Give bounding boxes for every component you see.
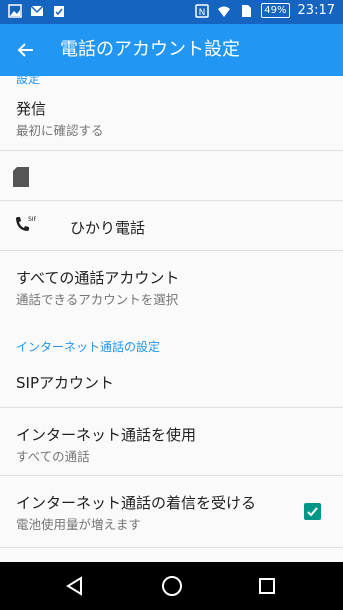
receive-internet-calls-title: インターネット通話の着信を受ける <box>16 494 257 512</box>
check-icon <box>307 507 318 517</box>
back-button[interactable] <box>10 34 42 66</box>
status-bar: N 49% 23:17 <box>0 0 343 24</box>
arrow-back-icon <box>17 43 33 57</box>
battery-indicator: 49% <box>261 3 290 18</box>
sip-accounts-title: SIPアカウント <box>16 374 114 392</box>
clipboard-check-icon <box>54 6 64 17</box>
sim-card-icon <box>13 167 29 187</box>
recents-square-icon <box>259 578 275 594</box>
sim-setting-row[interactable] <box>0 151 343 201</box>
receive-internet-calls-checkbox[interactable] <box>304 503 321 520</box>
all-calling-accounts-title: すべての通話アカウント <box>16 269 180 287</box>
outgoing-calls-title: 発信 <box>16 100 47 118</box>
outgoing-calls-summary: 最初に確認する <box>16 123 104 138</box>
use-internet-calling-summary: すべての通話 <box>16 449 90 464</box>
outgoing-calls-setting[interactable]: 発信 最初に確認する <box>0 76 343 151</box>
sip-accounts-setting[interactable]: SIPアカウント <box>0 356 343 408</box>
mail-icon <box>30 5 44 16</box>
category-header-internet-calls: インターネット通話の設定 <box>16 340 161 354</box>
status-right-icons: N 49% 23:17 <box>195 3 335 18</box>
nav-back-button[interactable] <box>45 562 105 610</box>
nav-home-button[interactable] <box>142 562 202 610</box>
status-left-icons <box>8 4 66 18</box>
all-calling-accounts-summary: 通話できるアカウントを選択 <box>16 292 179 307</box>
page-title: 電話のアカウント設定 <box>60 39 240 60</box>
settings-list[interactable]: 設定 発信 最初に確認する SIP ひかり電話 すべての通話アカウント 通話でき… <box>0 76 343 562</box>
receive-internet-calls-summary: 電池使用量が増えます <box>16 517 142 532</box>
status-time: 23:17 <box>297 3 335 18</box>
use-internet-calling-setting[interactable]: インターネット通話を使用 すべての通話 <box>0 408 343 476</box>
navigation-bar <box>0 562 343 610</box>
sip-account-title: ひかり電話 <box>70 219 146 237</box>
nfc-icon: N <box>195 3 210 18</box>
sim-icon <box>242 4 252 17</box>
triangle-back-icon <box>66 576 82 596</box>
receive-internet-calls-setting[interactable]: インターネット通話の着信を受ける 電池使用量が増えます <box>0 476 343 548</box>
app-bar: 電話のアカウント設定 <box>0 24 343 76</box>
sip-account-row[interactable]: SIP ひかり電話 <box>0 201 343 251</box>
all-calling-accounts-setting[interactable]: すべての通話アカウント 通話できるアカウントを選択 <box>0 251 343 321</box>
home-circle-icon <box>162 576 182 596</box>
image-icon <box>8 4 22 18</box>
svg-text:SIP: SIP <box>28 216 36 223</box>
svg-text:N: N <box>199 8 206 18</box>
nav-recents-button[interactable] <box>237 562 297 610</box>
use-internet-calling-title: インターネット通話を使用 <box>16 426 197 444</box>
sip-phone-icon: SIP <box>16 216 36 231</box>
wifi-icon <box>218 6 231 17</box>
